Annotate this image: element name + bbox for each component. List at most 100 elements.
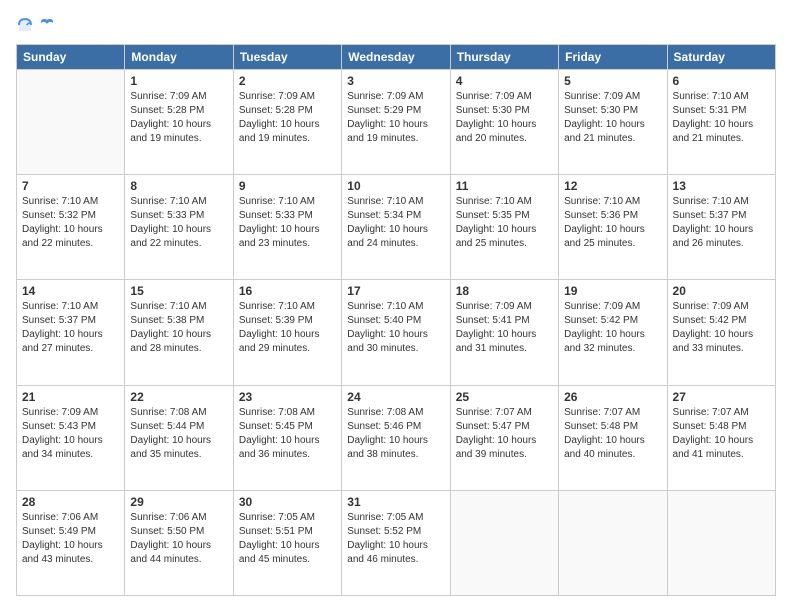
day-number: 14 (22, 284, 119, 298)
sunrise-label: Sunrise: 7:09 AM (456, 301, 532, 312)
sunrise-label: Sunrise: 7:10 AM (456, 196, 532, 207)
day-cell (559, 490, 667, 595)
sunset-label: Sunset: 5:47 PM (456, 421, 530, 432)
day-cell: 14 Sunrise: 7:10 AM Sunset: 5:37 PM Dayl… (17, 280, 125, 385)
daylight-label: Daylight: 10 hours and 44 minutes. (130, 540, 211, 565)
sunrise-label: Sunrise: 7:06 AM (130, 512, 206, 523)
sunset-label: Sunset: 5:30 PM (564, 105, 638, 116)
day-cell: 5 Sunrise: 7:09 AM Sunset: 5:30 PM Dayli… (559, 70, 667, 175)
day-cell: 25 Sunrise: 7:07 AM Sunset: 5:47 PM Dayl… (450, 385, 558, 490)
day-cell (667, 490, 775, 595)
day-number: 7 (22, 179, 119, 193)
sunset-label: Sunset: 5:34 PM (347, 210, 421, 221)
day-info: Sunrise: 7:09 AM Sunset: 5:29 PM Dayligh… (347, 90, 444, 146)
day-cell: 31 Sunrise: 7:05 AM Sunset: 5:52 PM Dayl… (342, 490, 450, 595)
day-number: 1 (130, 74, 227, 88)
daylight-label: Daylight: 10 hours and 25 minutes. (456, 224, 537, 249)
day-cell: 1 Sunrise: 7:09 AM Sunset: 5:28 PM Dayli… (125, 70, 233, 175)
day-cell: 7 Sunrise: 7:10 AM Sunset: 5:32 PM Dayli… (17, 175, 125, 280)
day-cell: 28 Sunrise: 7:06 AM Sunset: 5:49 PM Dayl… (17, 490, 125, 595)
day-info: Sunrise: 7:10 AM Sunset: 5:34 PM Dayligh… (347, 195, 444, 251)
day-info: Sunrise: 7:10 AM Sunset: 5:40 PM Dayligh… (347, 300, 444, 356)
day-info: Sunrise: 7:09 AM Sunset: 5:42 PM Dayligh… (564, 300, 661, 356)
daylight-label: Daylight: 10 hours and 20 minutes. (456, 119, 537, 144)
sunrise-label: Sunrise: 7:10 AM (130, 196, 206, 207)
day-cell: 3 Sunrise: 7:09 AM Sunset: 5:29 PM Dayli… (342, 70, 450, 175)
day-info: Sunrise: 7:07 AM Sunset: 5:47 PM Dayligh… (456, 406, 553, 462)
day-info: Sunrise: 7:10 AM Sunset: 5:38 PM Dayligh… (130, 300, 227, 356)
day-info: Sunrise: 7:06 AM Sunset: 5:50 PM Dayligh… (130, 511, 227, 567)
sunrise-label: Sunrise: 7:07 AM (456, 407, 532, 418)
daylight-label: Daylight: 10 hours and 24 minutes. (347, 224, 428, 249)
sunset-label: Sunset: 5:41 PM (456, 315, 530, 326)
sunset-label: Sunset: 5:37 PM (22, 315, 96, 326)
sunrise-label: Sunrise: 7:08 AM (347, 407, 423, 418)
sunrise-label: Sunrise: 7:10 AM (22, 301, 98, 312)
day-number: 27 (673, 390, 770, 404)
daylight-label: Daylight: 10 hours and 22 minutes. (130, 224, 211, 249)
day-number: 29 (130, 495, 227, 509)
daylight-label: Daylight: 10 hours and 36 minutes. (239, 435, 320, 460)
day-number: 19 (564, 284, 661, 298)
daylight-label: Daylight: 10 hours and 19 minutes. (130, 119, 211, 144)
day-number: 16 (239, 284, 336, 298)
day-number: 26 (564, 390, 661, 404)
sunset-label: Sunset: 5:32 PM (22, 210, 96, 221)
sunrise-label: Sunrise: 7:09 AM (673, 301, 749, 312)
sunset-label: Sunset: 5:49 PM (22, 526, 96, 537)
sunrise-label: Sunrise: 7:09 AM (456, 91, 532, 102)
day-info: Sunrise: 7:10 AM Sunset: 5:31 PM Dayligh… (673, 90, 770, 146)
sunset-label: Sunset: 5:31 PM (673, 105, 747, 116)
sunrise-label: Sunrise: 7:09 AM (130, 91, 206, 102)
week-row-4: 28 Sunrise: 7:06 AM Sunset: 5:49 PM Dayl… (17, 490, 776, 595)
sunset-label: Sunset: 5:39 PM (239, 315, 313, 326)
day-cell: 24 Sunrise: 7:08 AM Sunset: 5:46 PM Dayl… (342, 385, 450, 490)
weekday-wednesday: Wednesday (342, 45, 450, 70)
sunrise-label: Sunrise: 7:08 AM (130, 407, 206, 418)
sunrise-label: Sunrise: 7:10 AM (239, 196, 315, 207)
daylight-label: Daylight: 10 hours and 29 minutes. (239, 329, 320, 354)
sunrise-label: Sunrise: 7:08 AM (239, 407, 315, 418)
sunset-label: Sunset: 5:50 PM (130, 526, 204, 537)
sunset-label: Sunset: 5:33 PM (130, 210, 204, 221)
sunrise-label: Sunrise: 7:05 AM (239, 512, 315, 523)
day-cell: 21 Sunrise: 7:09 AM Sunset: 5:43 PM Dayl… (17, 385, 125, 490)
logo-bird-icon (39, 18, 55, 32)
daylight-label: Daylight: 10 hours and 27 minutes. (22, 329, 103, 354)
daylight-label: Daylight: 10 hours and 35 minutes. (130, 435, 211, 460)
day-number: 10 (347, 179, 444, 193)
day-info: Sunrise: 7:09 AM Sunset: 5:30 PM Dayligh… (456, 90, 553, 146)
day-number: 24 (347, 390, 444, 404)
day-info: Sunrise: 7:09 AM Sunset: 5:28 PM Dayligh… (130, 90, 227, 146)
daylight-label: Daylight: 10 hours and 25 minutes. (564, 224, 645, 249)
sunset-label: Sunset: 5:28 PM (239, 105, 313, 116)
day-number: 23 (239, 390, 336, 404)
day-cell: 13 Sunrise: 7:10 AM Sunset: 5:37 PM Dayl… (667, 175, 775, 280)
sunrise-label: Sunrise: 7:10 AM (130, 301, 206, 312)
day-info: Sunrise: 7:10 AM Sunset: 5:36 PM Dayligh… (564, 195, 661, 251)
logo (16, 16, 56, 34)
day-info: Sunrise: 7:10 AM Sunset: 5:39 PM Dayligh… (239, 300, 336, 356)
day-number: 12 (564, 179, 661, 193)
daylight-label: Daylight: 10 hours and 21 minutes. (673, 119, 754, 144)
day-cell: 23 Sunrise: 7:08 AM Sunset: 5:45 PM Dayl… (233, 385, 341, 490)
day-cell: 18 Sunrise: 7:09 AM Sunset: 5:41 PM Dayl… (450, 280, 558, 385)
day-info: Sunrise: 7:07 AM Sunset: 5:48 PM Dayligh… (673, 406, 770, 462)
sunset-label: Sunset: 5:28 PM (130, 105, 204, 116)
calendar-table: SundayMondayTuesdayWednesdayThursdayFrid… (16, 44, 776, 596)
sunrise-label: Sunrise: 7:09 AM (22, 407, 98, 418)
sunset-label: Sunset: 5:36 PM (564, 210, 638, 221)
sunrise-label: Sunrise: 7:10 AM (673, 91, 749, 102)
daylight-label: Daylight: 10 hours and 28 minutes. (130, 329, 211, 354)
sunrise-label: Sunrise: 7:07 AM (673, 407, 749, 418)
daylight-label: Daylight: 10 hours and 19 minutes. (347, 119, 428, 144)
daylight-label: Daylight: 10 hours and 34 minutes. (22, 435, 103, 460)
day-cell: 29 Sunrise: 7:06 AM Sunset: 5:50 PM Dayl… (125, 490, 233, 595)
day-number: 2 (239, 74, 336, 88)
day-number: 22 (130, 390, 227, 404)
sunset-label: Sunset: 5:29 PM (347, 105, 421, 116)
sunset-label: Sunset: 5:48 PM (564, 421, 638, 432)
daylight-label: Daylight: 10 hours and 45 minutes. (239, 540, 320, 565)
day-cell: 30 Sunrise: 7:05 AM Sunset: 5:51 PM Dayl… (233, 490, 341, 595)
sunrise-label: Sunrise: 7:09 AM (564, 91, 640, 102)
